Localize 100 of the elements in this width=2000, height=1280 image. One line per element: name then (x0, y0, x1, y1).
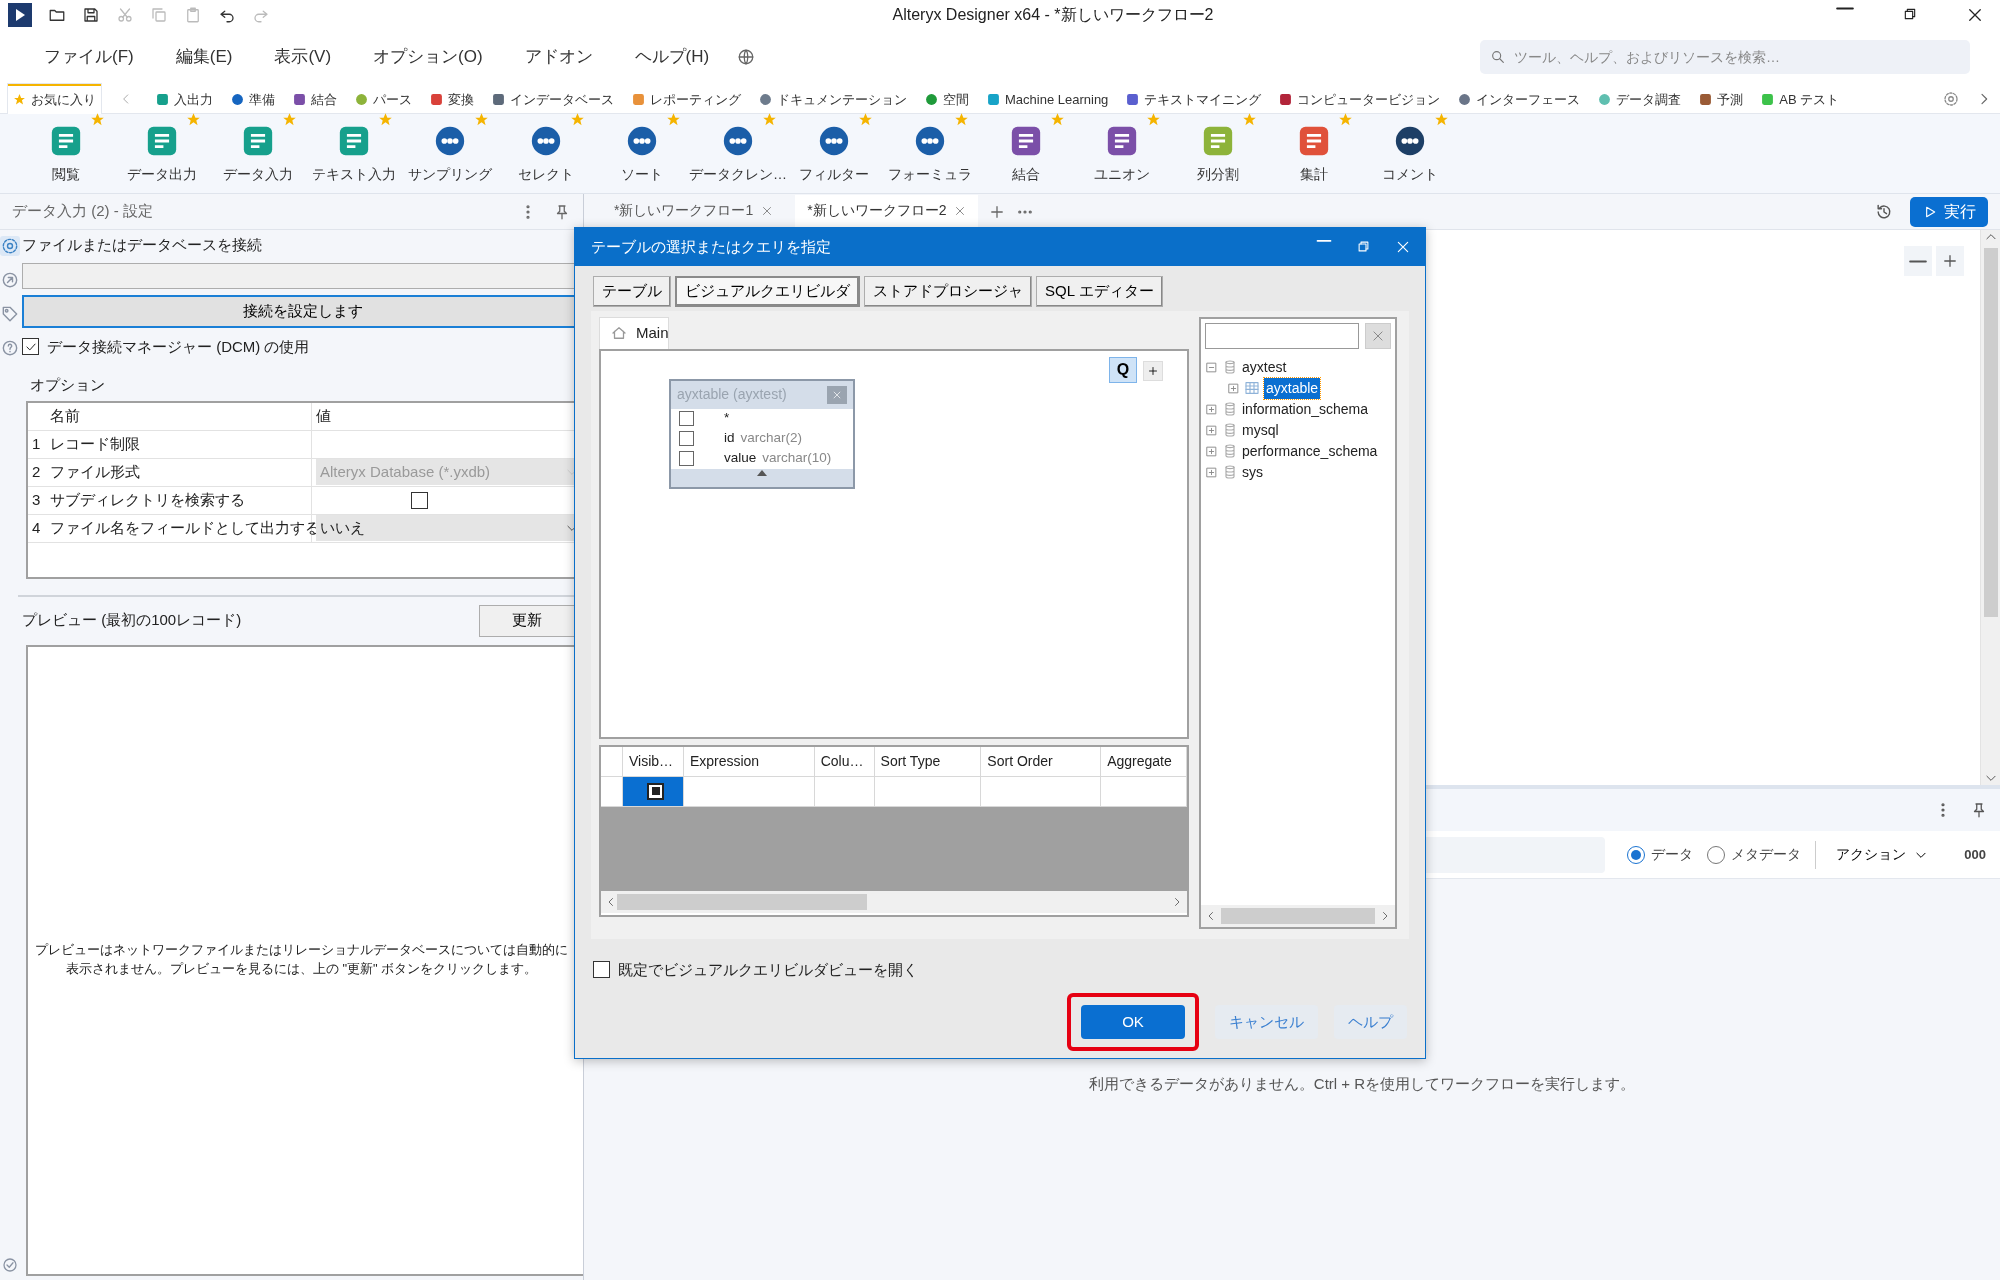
tab[interactable]: テーブル (593, 276, 671, 307)
tool-button[interactable]: データ入力 (210, 114, 306, 193)
menu-item[interactable]: ファイル(F) (30, 40, 148, 74)
category-tab[interactable]: コンピュータービジョン (1274, 83, 1446, 114)
tool-button[interactable]: サンプリング (402, 114, 498, 193)
plus-icon (1147, 364, 1159, 377)
expand-icon[interactable] (1205, 402, 1218, 416)
category-tab[interactable]: ドキュメンテーション (754, 83, 912, 114)
database-icon (1222, 359, 1238, 375)
refresh-button[interactable]: 更新 (479, 604, 575, 637)
tab[interactable]: ストアドプロシージャ (864, 276, 1032, 307)
tool-button[interactable]: ソート (594, 114, 690, 193)
category-tab[interactable]: パース (350, 83, 417, 114)
dialog-button[interactable]: OK (1081, 1005, 1185, 1039)
tool-button[interactable]: データ出力 (114, 114, 210, 193)
tree-item[interactable]: performance_schema (1242, 440, 1378, 462)
category-tab[interactable]: 結合 (288, 83, 342, 114)
tool-button[interactable]: データクレン… (690, 114, 786, 193)
tool-button[interactable]: 列分割 (1170, 114, 1266, 193)
section-label: プレビュー (最初の100レコード) (22, 610, 242, 631)
menu-item[interactable]: ヘルプ(H) (620, 40, 724, 74)
tool-button[interactable]: 結合 (978, 114, 1074, 193)
minus-icon (1909, 259, 1927, 263)
workflow-tab[interactable]: *新しいワークフロー1 (602, 194, 786, 229)
checkbox[interactable] (679, 431, 694, 446)
tool-button[interactable]: 集計 (1266, 114, 1362, 193)
category-tab[interactable]: お気に入り (8, 83, 101, 114)
checkbox[interactable] (411, 491, 428, 509)
tool-button[interactable]: コメント (1362, 114, 1458, 193)
scrollbar[interactable] (1980, 230, 2000, 785)
menu-item[interactable]: 表示(V) (260, 40, 346, 74)
search-field[interactable] (1205, 322, 1359, 349)
table-box[interactable]: ayxtable (ayxtest) * id varchar(2) value varchar(10) (669, 378, 855, 489)
category-tab[interactable]: インデータベース (487, 83, 619, 114)
tool-button[interactable]: 閲覧 (18, 114, 114, 193)
category-tab[interactable]: 入出力 (151, 83, 218, 114)
tool-button[interactable]: テキスト入力 (306, 114, 402, 193)
close-button[interactable] (827, 385, 847, 404)
tool-button[interactable]: ユニオン (1074, 114, 1170, 193)
tag-icon[interactable] (0, 304, 20, 324)
save-icon[interactable] (82, 6, 100, 24)
tree-item[interactable]: mysql (1242, 419, 1279, 441)
category-tab[interactable]: レポーティング (627, 83, 746, 114)
dialog-button[interactable]: ヘルプ (1334, 1005, 1407, 1039)
expand-icon[interactable] (1227, 381, 1240, 395)
table-cell[interactable] (622, 776, 684, 806)
expand-icon[interactable] (1205, 465, 1218, 479)
action-dropdown[interactable]: アクション (1830, 843, 1935, 866)
check-circle-icon[interactable] (1, 1256, 19, 1274)
settings-icon[interactable] (0, 236, 20, 256)
scrollbar[interactable] (601, 890, 1187, 913)
close-icon[interactable] (1966, 6, 1984, 24)
tree-item[interactable]: ayxtest (1242, 356, 1287, 378)
tree-item[interactable]: sys (1242, 461, 1263, 483)
checkbox[interactable] (22, 338, 39, 356)
zoom-out-button[interactable] (1904, 246, 1932, 276)
clear-button[interactable] (1365, 322, 1391, 349)
tool-button[interactable]: フィルター (786, 114, 882, 193)
expand-icon[interactable] (1205, 444, 1218, 458)
table-title: ayxtable (ayxtest) (677, 385, 787, 404)
menu-item[interactable]: アドオン (510, 40, 607, 74)
checkbox[interactable] (679, 451, 694, 466)
menu-item[interactable]: 編集(E) (161, 40, 247, 74)
row-number: 1 (32, 433, 41, 454)
category-tab[interactable]: Machine Learning (982, 83, 1114, 114)
workflow-tab[interactable]: *新しいワークフロー2 (795, 194, 979, 229)
tab[interactable]: Main (599, 316, 669, 349)
tab[interactable]: SQL エディター (1036, 276, 1163, 307)
dialog-button[interactable]: キャンセル (1215, 1005, 1318, 1039)
menu-item[interactable]: オプション(O) (359, 40, 497, 74)
restore-icon[interactable] (1902, 6, 1918, 22)
category-tab[interactable]: 変換 (425, 83, 479, 114)
category-tab[interactable]: 予測 (1694, 83, 1749, 114)
checkbox[interactable] (679, 411, 694, 426)
maximize-icon[interactable] (1356, 239, 1371, 254)
tree-item[interactable]: information_schema (1242, 398, 1369, 420)
arrow-circle-icon[interactable] (0, 270, 20, 290)
category-tab[interactable]: インターフェース (1453, 83, 1586, 114)
expand-icon[interactable] (1205, 423, 1218, 437)
checkbox[interactable] (593, 961, 610, 979)
globe-icon[interactable] (737, 48, 756, 66)
scrollbar[interactable] (1201, 904, 1395, 927)
tool-button[interactable]: フォーミュラ (882, 114, 978, 193)
minimize-icon[interactable] (1836, 6, 1854, 10)
run-button[interactable]: 実行 (1910, 196, 1988, 227)
tree-item[interactable]: ayxtable (1264, 377, 1321, 399)
tab[interactable]: ビジュアルクエリビルダ (675, 276, 860, 307)
zoom-in-button[interactable] (1936, 246, 1964, 276)
checkbox[interactable] (647, 782, 665, 800)
collapse-icon[interactable] (1205, 360, 1218, 374)
category-tab[interactable]: 準備 (226, 83, 280, 114)
query-button[interactable]: Q (1109, 356, 1137, 383)
tool-button[interactable]: セレクト (498, 114, 594, 193)
category-tab[interactable]: テキストマイニング (1121, 83, 1267, 114)
search-field[interactable]: ツール、ヘルプ、およびリソースを検索… (1480, 40, 1970, 74)
settings-icon[interactable] (1942, 89, 1960, 108)
category-tab[interactable]: 空間 (920, 83, 974, 114)
add-button[interactable] (1143, 360, 1163, 381)
category-tab[interactable]: AB テスト (1756, 83, 1845, 114)
category-tab[interactable]: データ調査 (1593, 83, 1687, 114)
